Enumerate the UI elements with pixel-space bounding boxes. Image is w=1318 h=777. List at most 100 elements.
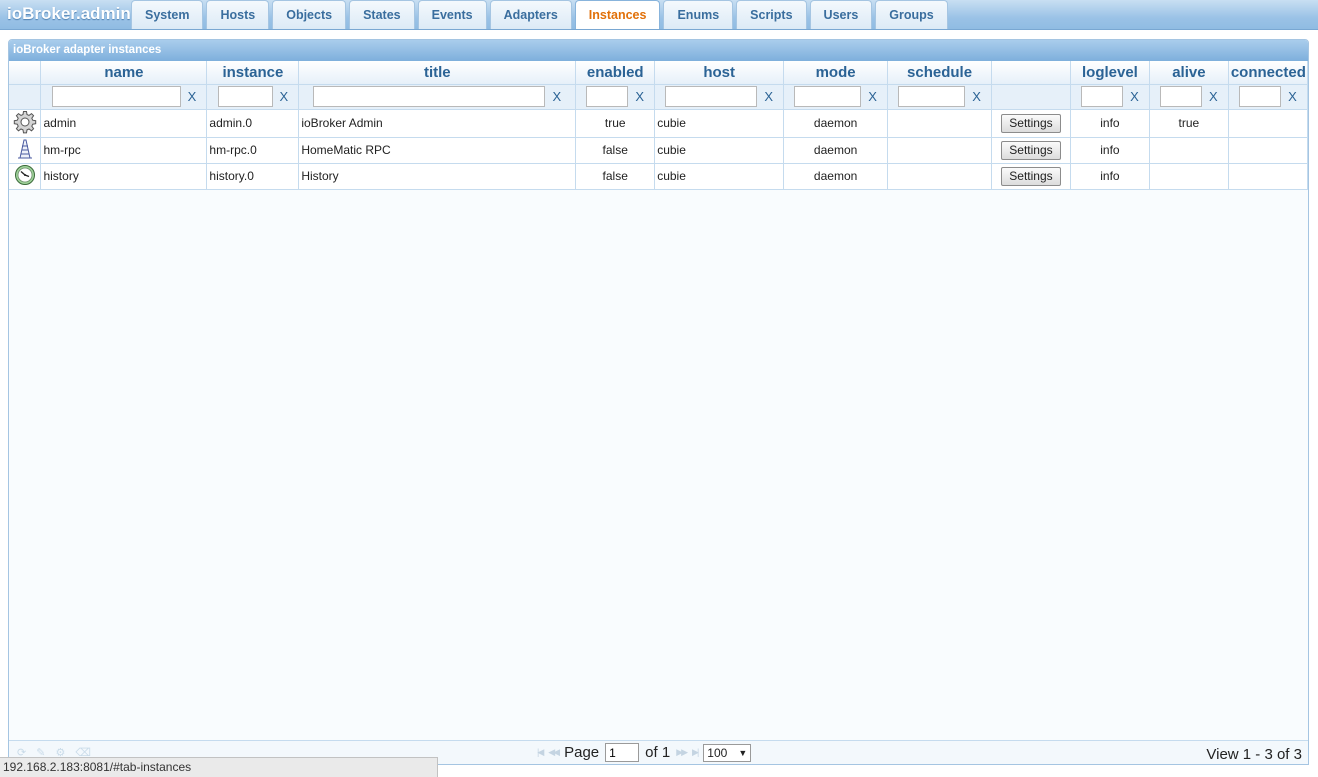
filter-cell-enabled: X	[575, 84, 656, 110]
filter-alive-clear[interactable]: X	[1209, 89, 1218, 104]
cell-alive	[1149, 137, 1229, 164]
device-icon	[17, 139, 32, 158]
filter-title-clear[interactable]: X	[552, 89, 561, 104]
filter-name-input[interactable]	[51, 86, 181, 107]
page-number-input[interactable]	[605, 743, 640, 762]
top-header: ioBroker.admin System Hosts Objects Stat…	[0, 0, 1318, 30]
tab-instances[interactable]: Instances	[574, 0, 661, 30]
filter-cell-title: X	[298, 84, 577, 110]
cell-schedule	[887, 109, 993, 138]
col-header-schedule[interactable]: schedule	[887, 61, 993, 85]
filter-host-clear[interactable]: X	[764, 89, 773, 104]
tab-scripts[interactable]: Scripts	[736, 0, 807, 29]
first-page-icon[interactable]: |◀	[537, 747, 544, 758]
browser-status-bar: 192.168.2.183:8081/#tab-instances	[0, 757, 438, 777]
cell-host: cubie	[654, 109, 785, 138]
cell-mode: daemon	[783, 137, 889, 164]
prev-page-icon[interactable]: ◀◀	[548, 747, 560, 758]
filter-enabled-clear[interactable]: X	[635, 89, 644, 104]
filter-schedule-input[interactable]	[898, 86, 966, 107]
next-page-icon[interactable]: ▶▶	[676, 747, 688, 758]
cell-host: cubie	[654, 163, 785, 190]
page-label: Page	[564, 744, 600, 761]
filter-mode-clear[interactable]: X	[868, 89, 877, 104]
filter-cell-name: X	[40, 84, 208, 110]
view-records-info: View 1 - 3 of 3	[1206, 746, 1302, 763]
col-header-host[interactable]: host	[654, 61, 785, 85]
filter-cell-icon	[9, 84, 42, 110]
instances-table: name instance title enabled host mode sc…	[9, 61, 1308, 190]
cell-actions: Settings	[991, 163, 1071, 190]
col-header-loglevel[interactable]: loglevel	[1070, 61, 1150, 85]
cell-loglevel[interactable]: info	[1070, 137, 1150, 164]
cell-schedule	[887, 137, 993, 164]
tab-events[interactable]: Events	[417, 0, 487, 29]
cell-title: ioBroker Admin	[298, 109, 577, 138]
filter-enabled-input[interactable]	[586, 86, 629, 107]
cell-loglevel[interactable]: info	[1070, 163, 1150, 190]
filter-loglevel-clear[interactable]: X	[1130, 89, 1139, 104]
col-header-enabled[interactable]: enabled	[575, 61, 656, 85]
rows-per-page-select[interactable]: 100 ▼	[703, 743, 752, 762]
instances-grid-panel: ioBroker adapter instances name instance…	[8, 39, 1309, 765]
cell-loglevel[interactable]: info	[1070, 109, 1150, 138]
cell-host: cubie	[654, 137, 785, 164]
col-header-connected[interactable]: connected	[1228, 61, 1308, 85]
cell-title: HomeMatic RPC	[298, 137, 577, 164]
filter-alive-input[interactable]	[1160, 86, 1203, 107]
adapter-icon-cell	[9, 163, 42, 190]
col-header-title[interactable]: title	[298, 61, 577, 85]
last-page-icon[interactable]: ▶|	[692, 747, 699, 758]
tab-states[interactable]: States	[349, 0, 415, 29]
table-row[interactable]: history history.0 History false cubie da…	[9, 163, 1308, 190]
tab-enums[interactable]: Enums	[663, 0, 734, 29]
filter-name-clear[interactable]: X	[188, 89, 197, 104]
filter-cell-alive: X	[1149, 84, 1229, 110]
tab-users[interactable]: Users	[809, 0, 873, 29]
cell-connected	[1228, 109, 1308, 138]
cell-instance: admin.0	[206, 109, 300, 138]
filter-cell-mode: X	[783, 84, 889, 110]
chevron-down-icon: ▼	[738, 747, 748, 758]
col-header-actions	[991, 61, 1071, 85]
tab-objects[interactable]: Objects	[272, 0, 347, 29]
tab-hosts[interactable]: Hosts	[206, 0, 270, 29]
filter-schedule-clear[interactable]: X	[972, 89, 981, 104]
filter-connected-input[interactable]	[1239, 86, 1282, 107]
cell-connected	[1228, 137, 1308, 164]
cell-enabled[interactable]: false	[575, 163, 656, 190]
filter-cell-connected: X	[1228, 84, 1308, 110]
filter-instance-clear[interactable]: X	[280, 89, 289, 104]
settings-button[interactable]: Settings	[1000, 166, 1061, 186]
cell-name: hm-rpc	[40, 137, 208, 164]
filter-title-input[interactable]	[313, 86, 546, 107]
settings-button[interactable]: Settings	[1000, 113, 1061, 133]
col-header-name[interactable]: name	[40, 61, 208, 85]
filter-loglevel-input[interactable]	[1081, 86, 1124, 107]
col-header-alive[interactable]: alive	[1149, 61, 1229, 85]
filter-instance-input[interactable]	[217, 86, 273, 107]
filter-cell-schedule: X	[887, 84, 993, 110]
filter-cell-actions	[991, 84, 1071, 110]
table-row[interactable]: admin admin.0 ioBroker Admin true cubie …	[9, 109, 1308, 138]
filter-connected-clear[interactable]: X	[1288, 89, 1297, 104]
col-header-instance[interactable]: instance	[206, 61, 300, 85]
cell-enabled[interactable]: true	[575, 109, 656, 138]
gear-icon	[13, 110, 36, 133]
filter-row: X X X X X X X X X X	[9, 84, 1308, 110]
cell-enabled[interactable]: false	[575, 137, 656, 164]
tab-groups[interactable]: Groups	[875, 0, 948, 29]
col-header-mode[interactable]: mode	[783, 61, 889, 85]
cell-connected	[1228, 163, 1308, 190]
cell-alive	[1149, 163, 1229, 190]
settings-button[interactable]: Settings	[1000, 140, 1061, 160]
cell-title: History	[298, 163, 577, 190]
table-row[interactable]: hm-rpc hm-rpc.0 HomeMatic RPC false cubi…	[9, 137, 1308, 164]
filter-mode-input[interactable]	[794, 86, 862, 107]
tab-system[interactable]: System	[131, 0, 204, 29]
tab-adapters[interactable]: Adapters	[489, 0, 572, 29]
cell-instance: history.0	[206, 163, 300, 190]
adapter-icon-cell	[9, 137, 42, 164]
cell-mode: daemon	[783, 163, 889, 190]
filter-host-input[interactable]	[665, 86, 758, 107]
